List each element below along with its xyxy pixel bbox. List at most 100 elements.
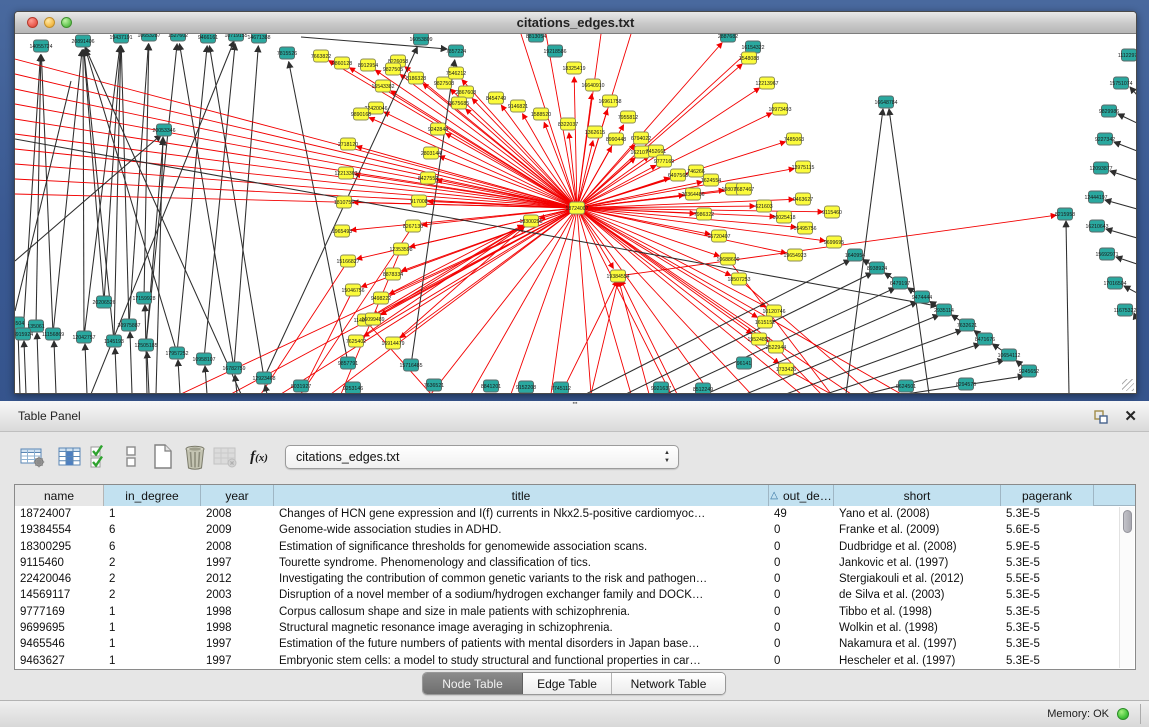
- graph-node[interactable]: 17159928: [132, 292, 155, 304]
- graph-node[interactable]: 19218586: [543, 45, 566, 57]
- network-view-window[interactable]: citations_edges.txt 14055724208914061943…: [14, 11, 1137, 394]
- graph-node[interactable]: 8512249: [693, 383, 713, 393]
- graph-node[interactable]: 20206526: [92, 296, 115, 308]
- graph-node[interactable]: 7815526: [277, 47, 297, 59]
- table-cell[interactable]: 2012: [201, 571, 274, 587]
- graph-node[interactable]: 8878334: [383, 268, 403, 280]
- vertical-scrollbar[interactable]: [1119, 507, 1134, 668]
- graph-node[interactable]: 1810755: [334, 196, 354, 208]
- graph-node[interactable]: 2867608: [456, 86, 476, 98]
- table-cell[interactable]: 0: [769, 571, 834, 587]
- graph-node[interactable]: 10653287: [137, 34, 160, 41]
- graph-node[interactable]: 10025418: [772, 211, 795, 223]
- graph-node[interactable]: 16210643: [1085, 220, 1108, 232]
- table-cell[interactable]: 1: [104, 620, 201, 636]
- column-header-short[interactable]: short: [834, 485, 1001, 506]
- close-panel-icon[interactable]: ✕: [1124, 407, 1137, 425]
- graph-node[interactable]: 9242844: [428, 123, 448, 135]
- graph-node[interactable]: 2935114: [934, 304, 954, 316]
- graph-node[interactable]: 7955812: [618, 111, 638, 123]
- graph-node[interactable]: 8990448: [606, 133, 626, 145]
- graph-node[interactable]: 12042757: [72, 331, 95, 343]
- table-cell[interactable]: 5.5E-5: [1001, 571, 1094, 587]
- graph-node[interactable]: 7687467: [734, 183, 754, 195]
- graph-node[interactable]: 1527602: [168, 34, 188, 41]
- table-cell[interactable]: Hescheler et al. (1997): [834, 653, 1001, 669]
- table-row[interactable]: 1872400712008Changes of HCN gene express…: [15, 506, 1135, 522]
- graph-node[interactable]: 1145193: [104, 335, 124, 347]
- graph-node[interactable]: 1362615: [585, 126, 605, 138]
- graph-node[interactable]: 7546212: [446, 67, 466, 79]
- graph-node[interactable]: 1615152: [755, 316, 775, 328]
- float-panel-icon[interactable]: [1093, 409, 1109, 425]
- table-cell[interactable]: 9463627: [15, 653, 104, 669]
- graph-node[interactable]: 3915924: [15, 328, 33, 340]
- table-cell[interactable]: 2: [104, 587, 201, 603]
- table-cell[interactable]: 0: [769, 555, 834, 571]
- graph-node[interactable]: 8813054: [526, 34, 546, 42]
- table-row[interactable]: 1830029562008Estimation of significance …: [15, 539, 1135, 555]
- graph-node[interactable]: 8294576: [956, 378, 976, 390]
- table-cell[interactable]: Tibbo et al. (1998): [834, 604, 1001, 620]
- graph-node[interactable]: 17016504: [1103, 277, 1126, 289]
- graph-node[interactable]: 9466161: [198, 34, 218, 43]
- graph-node[interactable]: 1588520: [531, 108, 551, 120]
- graph-node[interactable]: 15166827: [336, 255, 359, 267]
- table-row[interactable]: 1456911722003Disruption of a novel membe…: [15, 587, 1135, 603]
- table-cell[interactable]: 0: [769, 636, 834, 652]
- table-cell[interactable]: 1998: [201, 604, 274, 620]
- table-cell[interactable]: 1998: [201, 620, 274, 636]
- graph-node[interactable]: 8471676: [975, 333, 995, 345]
- table-cell[interactable]: 1997: [201, 555, 274, 571]
- table-cell[interactable]: 6: [104, 522, 201, 538]
- graph-node[interactable]: 9152208: [516, 381, 536, 393]
- graph-node[interactable]: 1733426: [776, 363, 796, 375]
- column-header-year[interactable]: year: [201, 485, 274, 506]
- graph-node[interactable]: 18325419: [562, 62, 585, 74]
- table-cell[interactable]: Yano et al. (2008): [834, 506, 1001, 522]
- graph-node[interactable]: 16640910: [581, 79, 604, 91]
- graph-node[interactable]: 88504: [15, 317, 25, 329]
- graph-node[interactable]: 16053809: [409, 34, 432, 45]
- graph-node[interactable]: 917008: [410, 195, 427, 207]
- graph-node[interactable]: 9827505: [383, 63, 403, 75]
- graph-node[interactable]: 12213363: [334, 167, 357, 179]
- table-cell[interactable]: 1997: [201, 636, 274, 652]
- row-height-icon[interactable]: [116, 442, 146, 472]
- table-cell[interactable]: 22420046: [15, 571, 104, 587]
- table-cell[interactable]: 5.3E-5: [1001, 587, 1094, 603]
- graph-node[interactable]: 746266: [687, 165, 704, 177]
- graph-node[interactable]: 1624554: [701, 174, 721, 186]
- table-cell[interactable]: 2009: [201, 522, 274, 538]
- table-cell[interactable]: 9777169: [15, 604, 104, 620]
- table-cell[interactable]: 5.3E-5: [1001, 555, 1094, 571]
- citation-network-graph[interactable]: 1405572420891406194371911065328715276029…: [15, 34, 1136, 393]
- column-header-title[interactable]: title: [274, 485, 769, 506]
- graph-node[interactable]: 18507253: [727, 273, 750, 285]
- graph-node[interactable]: 16782759: [222, 362, 245, 374]
- table-cell[interactable]: 0: [769, 620, 834, 636]
- graph-node[interactable]: 2718120: [338, 138, 358, 150]
- graph-node[interactable]: 9474444: [912, 291, 932, 303]
- graph-node[interactable]: 16543382: [371, 80, 394, 92]
- table-cell[interactable]: 18724007: [15, 506, 104, 522]
- graph-node[interactable]: 6794022: [631, 132, 651, 144]
- table-cell[interactable]: 9465546: [15, 636, 104, 652]
- graph-node[interactable]: 6497568: [668, 169, 688, 181]
- graph-node[interactable]: 8454749: [486, 92, 506, 104]
- table-cell[interactable]: Genome-wide association studies in ADHD.: [274, 522, 769, 538]
- graph-node[interactable]: 9245652: [1019, 365, 1039, 377]
- graph-node[interactable]: 12093877: [1089, 162, 1112, 174]
- graph-node[interactable]: 9777169: [654, 155, 674, 167]
- table-cell[interactable]: 1: [104, 604, 201, 620]
- graph-node[interactable]: 7745112: [551, 382, 571, 393]
- scrollbar-thumb[interactable]: [1123, 510, 1132, 533]
- table-cell[interactable]: 5.6E-5: [1001, 522, 1094, 538]
- graph-node[interactable]: 9921637: [651, 382, 671, 393]
- table-cell[interactable]: Corpus callosum shape and size in male p…: [274, 604, 769, 620]
- graph-node[interactable]: 16495756: [793, 222, 816, 234]
- table-cell[interactable]: 6: [104, 539, 201, 555]
- new-table-icon[interactable]: [148, 442, 178, 472]
- function-builder-icon[interactable]: f(x): [244, 442, 274, 472]
- graph-node[interactable]: 8841201: [481, 380, 501, 392]
